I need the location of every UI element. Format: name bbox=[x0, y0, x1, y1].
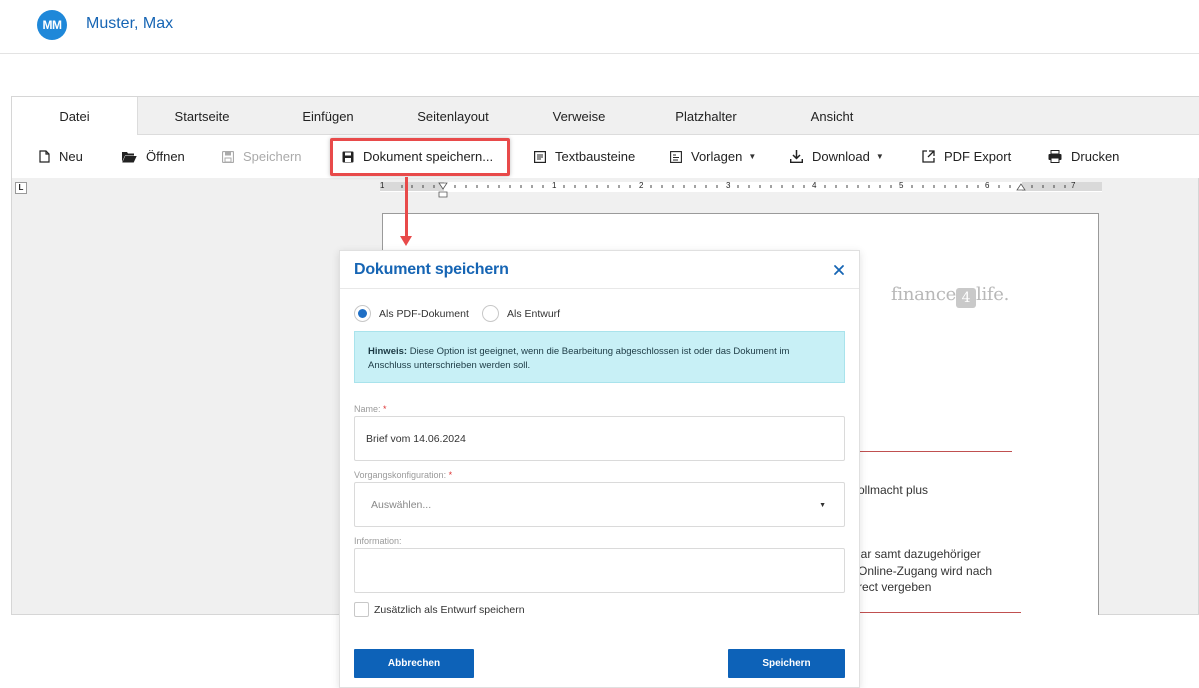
download-icon bbox=[790, 150, 803, 163]
document-text: lar samt dazugehöriger bbox=[858, 547, 981, 561]
ruler-number: 1 bbox=[552, 181, 557, 190]
floppy-disk-icon bbox=[342, 151, 354, 162]
new-label: Neu bbox=[59, 149, 83, 164]
logo-mark: 4 bbox=[955, 288, 976, 308]
ribbon-tabs: Datei Startseite Einfügen Seitenlayout V… bbox=[12, 97, 1199, 136]
templates-label: Vorlagen bbox=[691, 149, 743, 164]
ruler-number: 5 bbox=[899, 181, 904, 190]
also-draft-checkbox[interactable] bbox=[354, 602, 369, 617]
top-bar: MM Muster, Max bbox=[0, 0, 1199, 54]
annotation-arrow bbox=[405, 177, 408, 240]
ruler-number: 7 bbox=[1071, 181, 1076, 190]
hint-text: Diese Option ist geeignet, wenn die Bear… bbox=[368, 346, 790, 371]
text-blocks-label: Textbausteine bbox=[555, 149, 636, 164]
ruler-tab-selector[interactable]: L bbox=[15, 182, 27, 194]
annotation-arrow-head bbox=[400, 236, 412, 246]
ruler-number: 6 bbox=[985, 181, 990, 190]
also-draft-label: Zusätzlich als Entwurf speichern bbox=[374, 603, 525, 616]
text-blocks-button[interactable]: Textbausteine bbox=[534, 135, 635, 178]
ruler-number: 4 bbox=[812, 181, 817, 190]
chevron-down-icon: ▼ bbox=[819, 502, 826, 509]
template-icon bbox=[670, 150, 682, 163]
tab-verweise[interactable]: Verweise bbox=[516, 97, 642, 135]
text-block-icon bbox=[534, 150, 546, 163]
tab-datei[interactable]: Datei bbox=[12, 97, 138, 136]
ribbon-toolbar: Neu Öffnen Speichern Dokument speichern.… bbox=[12, 135, 1199, 178]
open-label: Öffnen bbox=[146, 149, 185, 164]
config-select[interactable]: Auswählen... ▼ bbox=[354, 482, 845, 527]
save-document-button[interactable]: Dokument speichern... bbox=[342, 135, 493, 178]
folder-open-icon bbox=[122, 151, 137, 162]
option-pdf-radio[interactable]: Als PDF-Dokument bbox=[354, 305, 469, 322]
document-text: Online-Zugang wird nach bbox=[858, 564, 993, 578]
ruler-ticks bbox=[380, 182, 1102, 198]
user-name[interactable]: Muster, Max bbox=[86, 15, 173, 33]
option-draft-label: Als Entwurf bbox=[507, 307, 561, 320]
download-label: Download bbox=[812, 149, 870, 164]
tab-seitenlayout[interactable]: Seitenlayout bbox=[390, 97, 516, 135]
also-draft-checkbox-row[interactable]: Zusätzlich als Entwurf speichern bbox=[354, 602, 525, 617]
save-dialog-button[interactable]: Speichern bbox=[728, 649, 845, 678]
new-document-icon bbox=[39, 150, 50, 163]
new-button[interactable]: Neu bbox=[39, 135, 83, 178]
document-text: rect vergeben bbox=[858, 580, 932, 594]
logo-text-right: life. bbox=[975, 284, 1010, 305]
config-label: Vorgangskonfiguration: * bbox=[354, 470, 453, 480]
chevron-down-icon: ▼ bbox=[748, 152, 757, 161]
save-document-dialog: Dokument speichern Als PDF-Dokument Als … bbox=[339, 250, 860, 688]
info-label: Information: bbox=[354, 536, 402, 546]
info-field[interactable] bbox=[354, 548, 845, 593]
printer-icon bbox=[1048, 150, 1062, 163]
user-avatar[interactable]: MM bbox=[37, 10, 67, 40]
company-logo: finance 4 life. bbox=[891, 284, 1009, 308]
ruler-number: 2 bbox=[639, 181, 644, 190]
dialog-header: Dokument speichern bbox=[340, 251, 859, 289]
ruler-number: 1 bbox=[380, 181, 385, 190]
hint-box: Hinweis: Diese Option ist geeignet, wenn… bbox=[354, 331, 845, 383]
pdf-export-button[interactable]: PDF Export bbox=[922, 135, 1011, 178]
name-label: Name: * bbox=[354, 404, 387, 414]
print-button[interactable]: Drucken bbox=[1048, 135, 1119, 178]
floppy-disk-icon bbox=[222, 150, 234, 163]
document-rule bbox=[860, 451, 1012, 452]
dialog-title: Dokument speichern bbox=[354, 261, 509, 278]
download-button[interactable]: Download ▼ bbox=[790, 135, 884, 178]
name-field[interactable]: Brief vom 14.06.2024 bbox=[354, 416, 845, 461]
radio-button[interactable] bbox=[482, 305, 499, 322]
tab-ansicht[interactable]: Ansicht bbox=[770, 97, 894, 135]
cancel-button[interactable]: Abbrechen bbox=[354, 649, 474, 678]
print-label: Drucken bbox=[1071, 149, 1120, 164]
save-label: Speichern bbox=[243, 149, 302, 164]
close-icon[interactable] bbox=[830, 261, 848, 279]
tab-startseite[interactable]: Startseite bbox=[138, 97, 266, 135]
tab-einfuegen[interactable]: Einfügen bbox=[266, 97, 390, 135]
pdf-export-label: PDF Export bbox=[944, 149, 1012, 164]
save-document-label: Dokument speichern... bbox=[363, 149, 494, 164]
tab-platzhalter[interactable]: Platzhalter bbox=[642, 97, 770, 135]
option-pdf-label: Als PDF-Dokument bbox=[379, 307, 469, 320]
radio-button[interactable] bbox=[354, 305, 371, 322]
save-button[interactable]: Speichern bbox=[222, 135, 302, 178]
templates-button[interactable]: Vorlagen ▼ bbox=[670, 135, 756, 178]
hint-label: Hinweis: bbox=[368, 346, 408, 357]
ruler-number: 3 bbox=[726, 181, 731, 190]
horizontal-ruler[interactable]: 1 1 2 3 4 5 6 7 bbox=[380, 181, 1102, 198]
open-button[interactable]: Öffnen bbox=[122, 135, 185, 178]
export-icon bbox=[922, 150, 935, 163]
logo-text-left: finance bbox=[891, 284, 956, 305]
chevron-down-icon: ▼ bbox=[875, 152, 884, 161]
document-rule bbox=[860, 612, 1021, 613]
document-text: ollmacht plus bbox=[858, 483, 929, 497]
option-draft-radio[interactable]: Als Entwurf bbox=[482, 305, 560, 322]
config-placeholder: Auswählen... bbox=[371, 498, 432, 511]
